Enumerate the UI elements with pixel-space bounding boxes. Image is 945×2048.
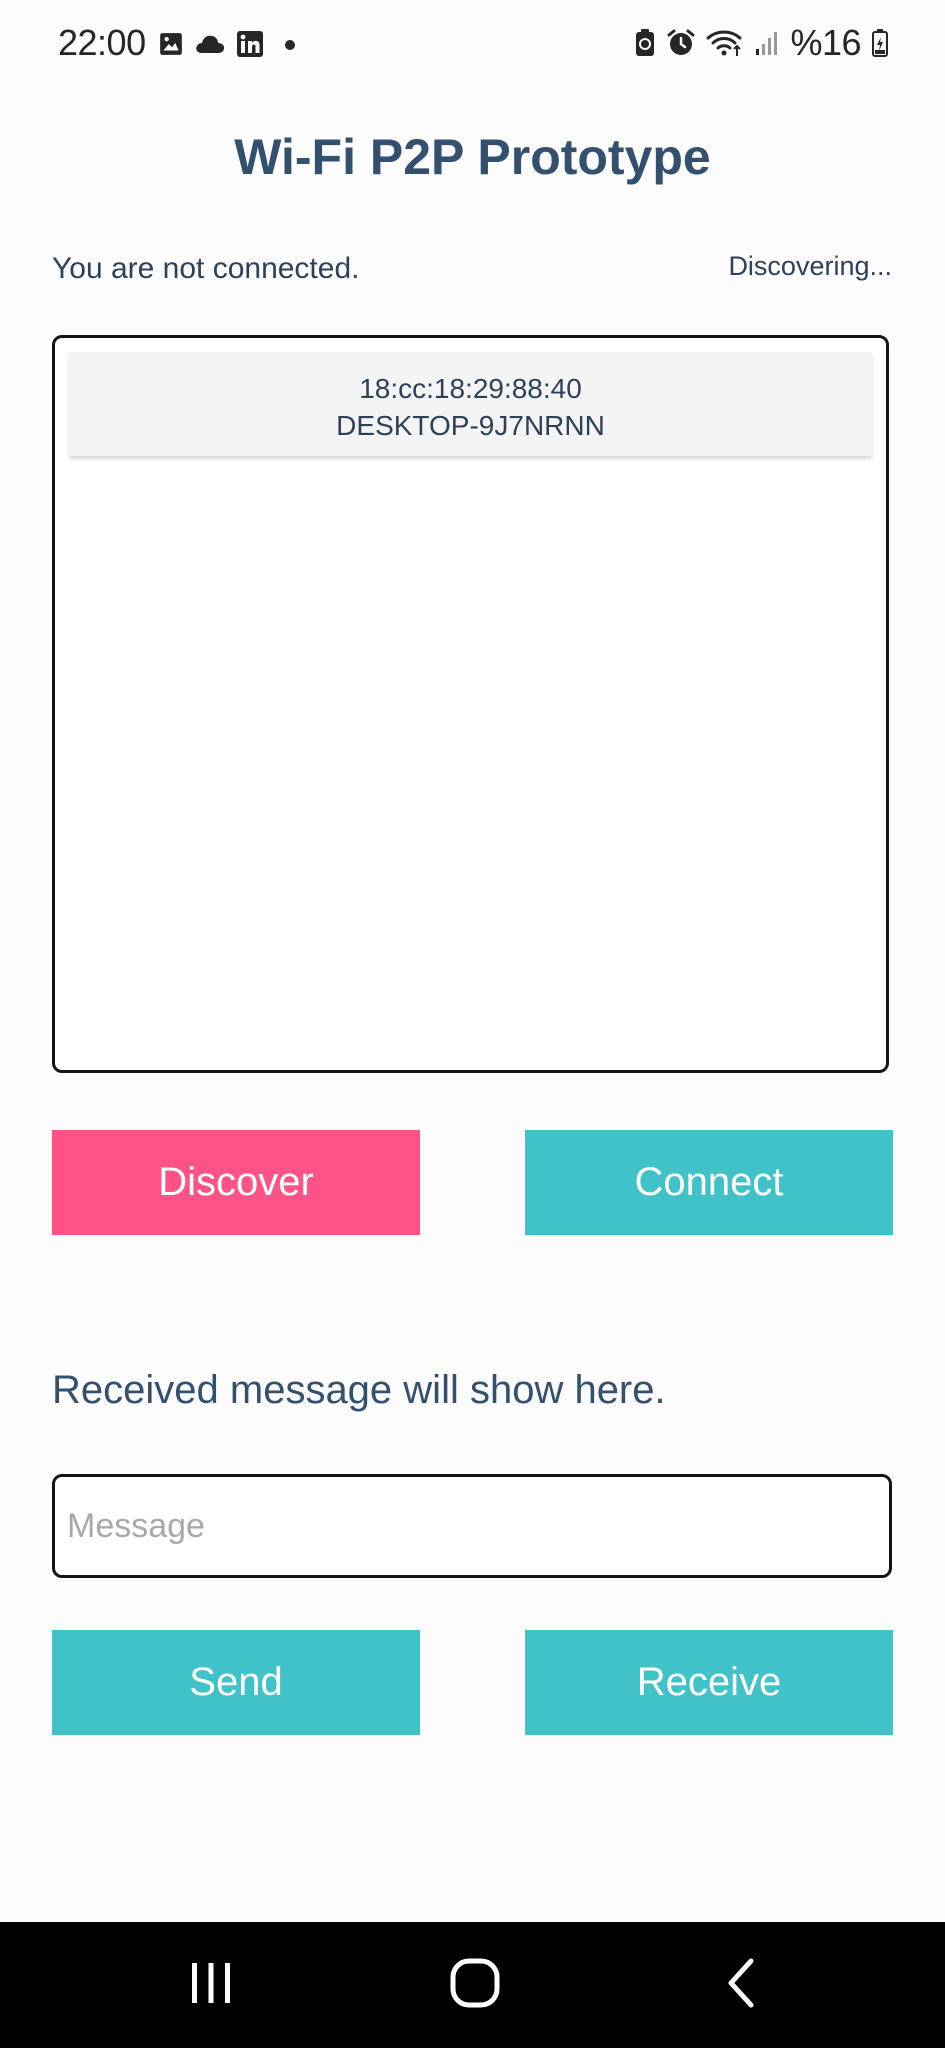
cloud-icon [194,33,226,55]
image-icon [158,31,184,57]
connection-status: You are not connected. [52,252,360,285]
status-time: 22:00 [58,22,146,63]
back-icon [721,1955,761,2016]
peer-address: 18:cc:18:29:88:40 [359,373,582,404]
signal-icon [754,29,780,57]
app-screen: 22:00 %16 Wi-Fi P2P Prototype You are no… [0,0,945,2048]
battery-icon [871,28,889,58]
connect-button[interactable]: Connect [525,1130,893,1235]
send-button[interactable]: Send [52,1630,420,1735]
message-input[interactable] [52,1474,892,1578]
status-left-icons [158,30,300,58]
navigation-bar [0,1922,945,2048]
recents-button[interactable] [166,1950,256,2020]
peer-list[interactable]: 18:cc:18:29:88:40 DESKTOP-9J7NRNN [52,335,889,1073]
wifi-icon [706,28,744,58]
received-message: Received message will show here. [52,1368,666,1412]
discovery-status: Discovering... [728,251,892,281]
linkedin-icon [236,30,264,58]
recents-icon [186,1958,236,2013]
peer-list-item[interactable]: 18:cc:18:29:88:40 DESKTOP-9J7NRNN [69,352,872,456]
discover-button[interactable]: Discover [52,1130,420,1235]
peer-name: DESKTOP-9J7NRNN [336,410,605,441]
battery-percent: %16 [790,22,861,63]
receive-button[interactable]: Receive [525,1630,893,1735]
home-icon [447,1955,503,2016]
status-bar: 22:00 %16 [0,0,945,90]
home-button[interactable] [430,1950,520,2020]
battery-saver-icon [634,28,656,58]
status-right: %16 [634,22,889,64]
back-button[interactable] [696,1950,786,2020]
alarm-icon [666,28,696,58]
dot-icon [274,31,300,57]
page-title: Wi-Fi P2P Prototype [234,129,711,185]
